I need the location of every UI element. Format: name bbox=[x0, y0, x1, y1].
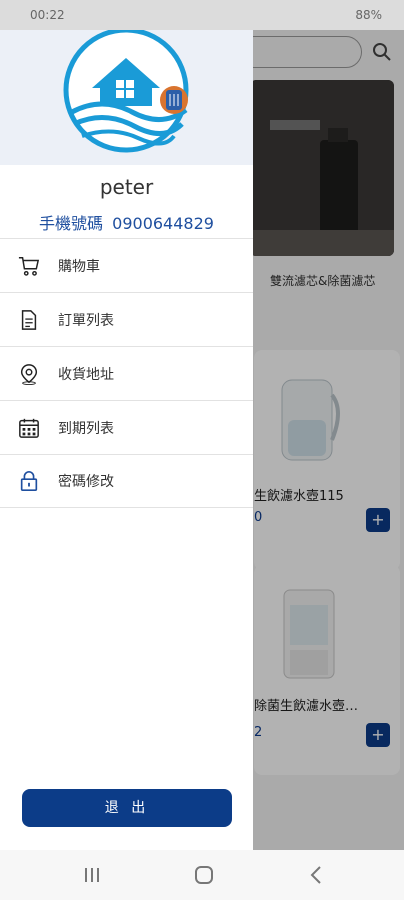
battery-level: 88% bbox=[355, 8, 382, 22]
status-time: 00:22 bbox=[30, 8, 65, 22]
menu-item-orders[interactable]: 訂單列表 bbox=[0, 292, 253, 346]
menu-item-address[interactable]: 收貨地址 bbox=[0, 346, 253, 400]
lock-icon bbox=[20, 471, 38, 491]
back-icon bbox=[310, 866, 321, 884]
status-bar: 00:22 88% bbox=[0, 0, 404, 30]
logout-button[interactable]: 退 出 bbox=[22, 789, 232, 827]
recent-apps-icon bbox=[85, 868, 99, 882]
menu-item-label: 訂單列表 bbox=[58, 312, 114, 329]
recent-apps-button[interactable] bbox=[80, 864, 104, 886]
calendar-icon bbox=[19, 418, 39, 438]
document-icon bbox=[21, 309, 37, 330]
menu-item-label: 收貨地址 bbox=[58, 366, 114, 383]
cart-icon bbox=[18, 256, 40, 276]
drawer-menu: 購物車 訂單列表 收貨地址 到期列表 密碼修改 bbox=[0, 238, 253, 508]
navigation-drawer: peter 手機號碼 0900644829 購物車 訂單列表 收貨地址 到期列表… bbox=[0, 0, 253, 850]
menu-item-expiry[interactable]: 到期列表 bbox=[0, 400, 253, 454]
home-button[interactable] bbox=[192, 864, 216, 886]
user-name: peter bbox=[99, 175, 154, 199]
location-pin-icon bbox=[20, 363, 38, 385]
back-button[interactable] bbox=[305, 864, 329, 886]
house-water-logo bbox=[63, 27, 189, 153]
menu-item-label: 到期列表 bbox=[58, 420, 114, 437]
menu-item-cart[interactable]: 購物車 bbox=[0, 238, 253, 292]
phone-label: 手機號碼 bbox=[39, 214, 104, 233]
phone-number: 0900644829 bbox=[112, 214, 214, 233]
user-phone: 手機號碼 0900644829 bbox=[0, 210, 253, 234]
menu-item-password[interactable]: 密碼修改 bbox=[0, 454, 253, 508]
home-icon bbox=[195, 866, 213, 884]
system-nav-bar bbox=[0, 850, 404, 900]
menu-item-label: 密碼修改 bbox=[58, 474, 114, 490]
menu-item-label: 購物車 bbox=[58, 258, 100, 275]
